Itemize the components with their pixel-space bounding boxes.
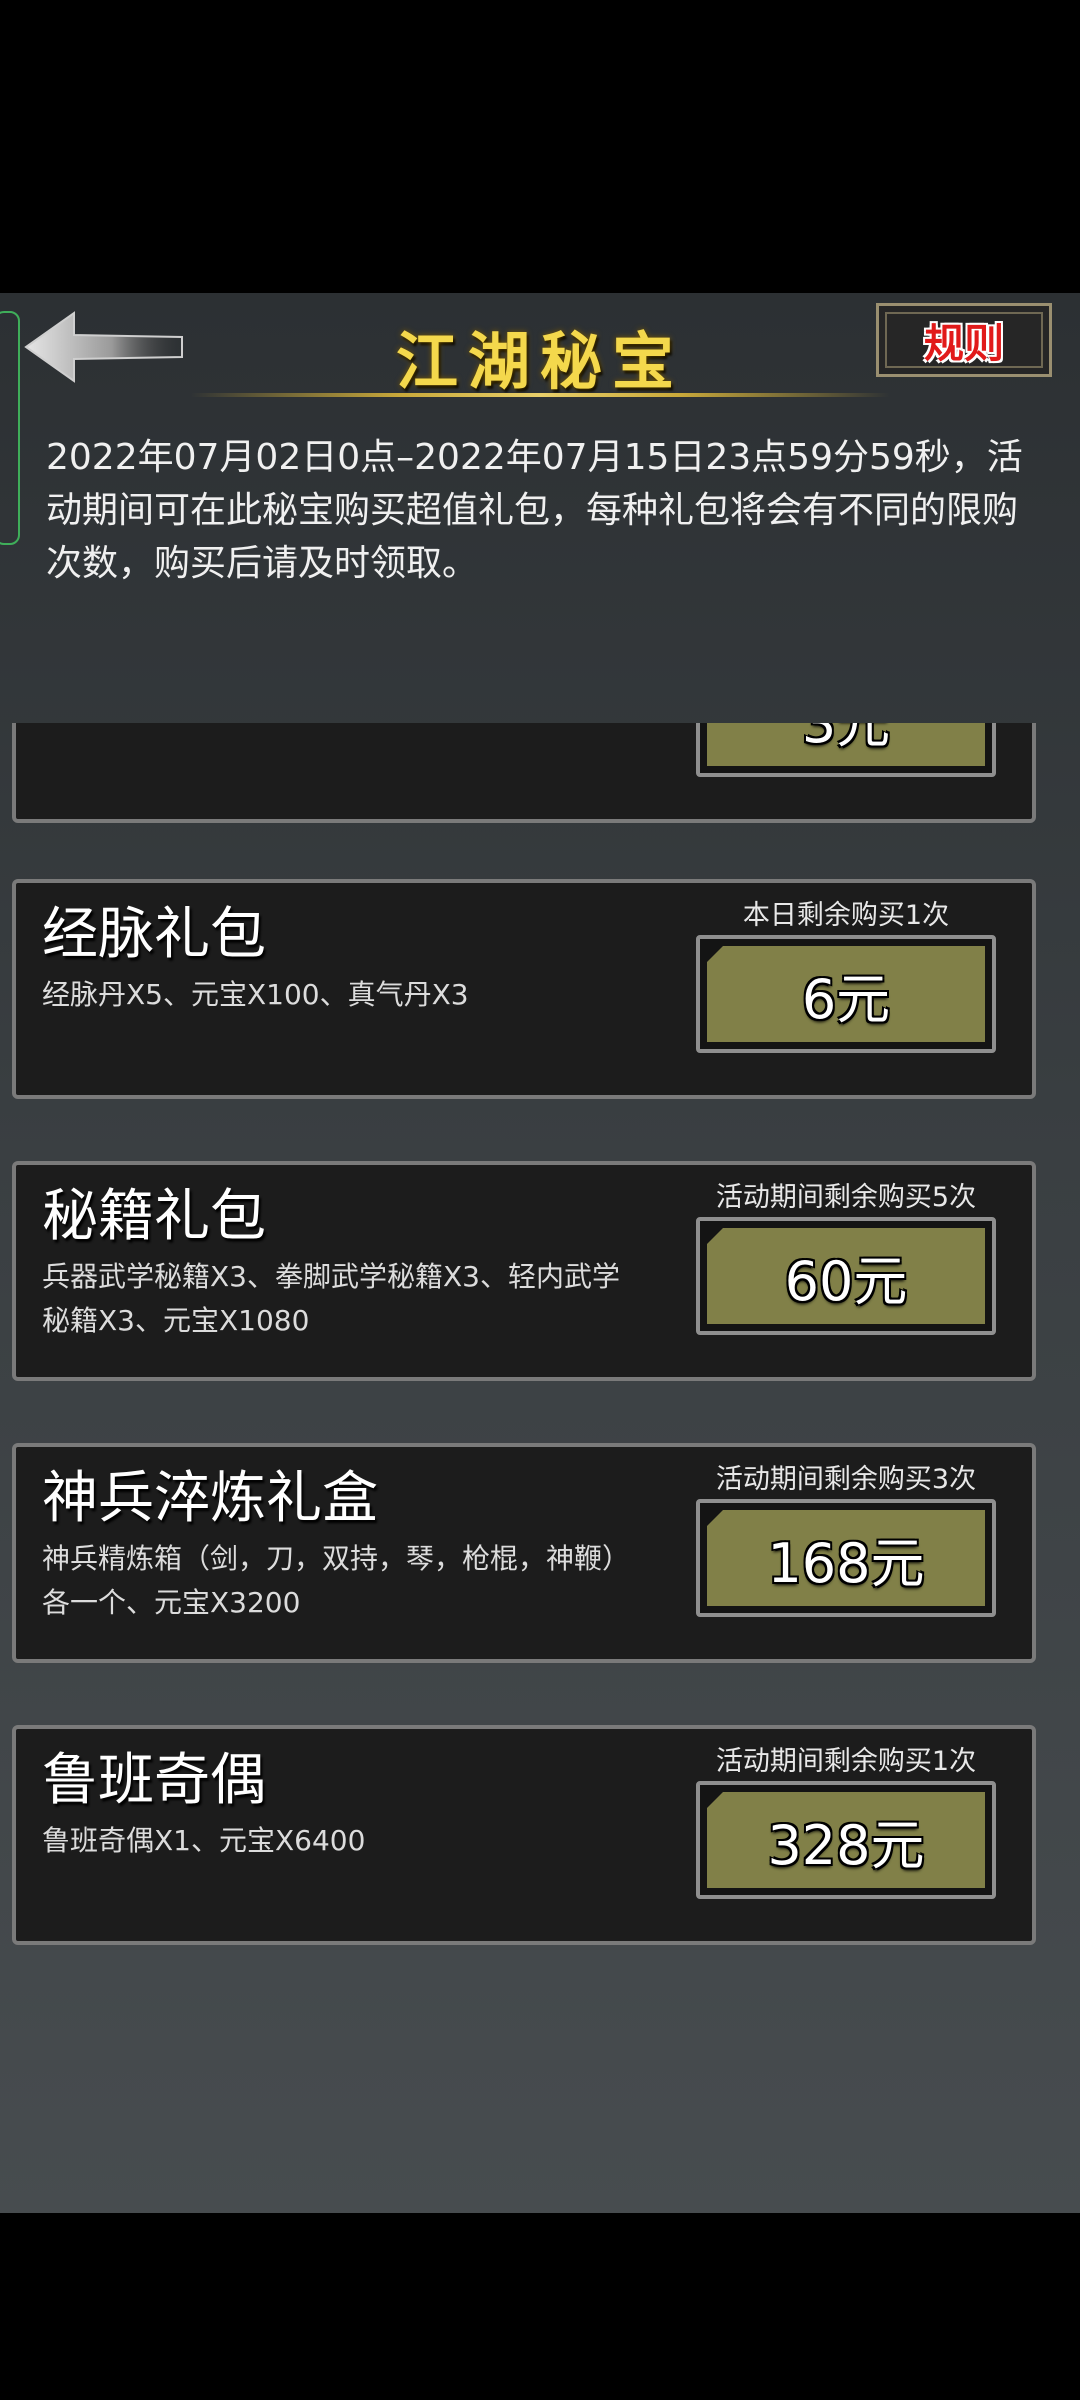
package-name: 鲁班奇偶 xyxy=(42,1748,266,1813)
purchase-limit: 活动期间剩余购买5次 xyxy=(715,1182,977,1213)
buy-button[interactable]: 3元 xyxy=(696,723,996,777)
buy-button[interactable]: 168元 xyxy=(696,1499,996,1617)
price-label: 60元 xyxy=(784,1249,908,1313)
event-description: 2022年07月02日0点–2022年07月15日23点59分59秒，活动期间可… xyxy=(46,437,1023,584)
buy-button-fill: 6元 xyxy=(707,946,985,1042)
package-card: 神兵淬炼礼盒 神兵精炼箱（剑，刀，双持，琴，枪棍，神鞭）各一个、元宝X3200 … xyxy=(12,1443,1036,1663)
buy-button-fill: 3元 xyxy=(707,723,985,766)
buy-button[interactable]: 328元 xyxy=(696,1781,996,1899)
buy-button-fill: 328元 xyxy=(707,1792,985,1888)
purchase-limit: 活动期间剩余购买1次 xyxy=(715,1746,977,1777)
price-label: 3元 xyxy=(801,723,891,755)
price-label: 168元 xyxy=(767,1531,925,1595)
price-label: 328元 xyxy=(767,1813,925,1877)
buy-button-fill: 168元 xyxy=(707,1510,985,1606)
package-content: 兵器武学秘籍X3、拳脚武学秘籍X3、轻内武学秘籍X3、元宝X1080 xyxy=(42,1260,620,1337)
package-name: 秘籍礼包 xyxy=(42,1184,266,1249)
package-card: 鲁班奇偶 鲁班奇偶X1、元宝X6400 活动期间剩余购买1次 328元 xyxy=(12,1725,1036,1945)
package-list[interactable]: 3元 经脉礼包 经脉丹X5、元宝X100、真气丹X3 本日剩余购买1次 6元 秘… xyxy=(0,723,1080,2213)
buy-button-fill: 60元 xyxy=(707,1228,985,1324)
purchase-limit: 本日剩余购买1次 xyxy=(742,900,950,931)
title-underline xyxy=(190,393,890,397)
package-card: 经脉礼包 经脉丹X5、元宝X100、真气丹X3 本日剩余购买1次 6元 xyxy=(12,879,1036,1099)
panel-header: 江湖秘宝 规则 2022年07月02日0点–2022年07月15日23点59分5… xyxy=(0,293,1080,723)
package-name: 经脉礼包 xyxy=(42,902,266,967)
package-content: 经脉丹X5、元宝X100、真气丹X3 xyxy=(42,978,469,1011)
package-card: 3元 xyxy=(12,723,1036,823)
package-name: 神兵淬炼礼盒 xyxy=(42,1466,378,1531)
package-content: 神兵精炼箱（剑，刀，双持，琴，枪棍，神鞭）各一个、元宝X3200 xyxy=(42,1542,617,1619)
buy-button[interactable]: 6元 xyxy=(696,935,996,1053)
package-card: 秘籍礼包 兵器武学秘籍X3、拳脚武学秘籍X3、轻内武学秘籍X3、元宝X1080 … xyxy=(12,1161,1036,1381)
package-content: 鲁班奇偶X1、元宝X6400 xyxy=(42,1824,366,1857)
rules-button[interactable]: 规则 xyxy=(876,303,1052,377)
purchase-limit: 活动期间剩余购买3次 xyxy=(715,1464,977,1495)
rules-label: 规则 xyxy=(924,321,1004,367)
price-label: 6元 xyxy=(801,967,891,1031)
treasure-panel: 江湖秘宝 规则 2022年07月02日0点–2022年07月15日23点59分5… xyxy=(0,293,1080,2213)
buy-button[interactable]: 60元 xyxy=(696,1217,996,1335)
